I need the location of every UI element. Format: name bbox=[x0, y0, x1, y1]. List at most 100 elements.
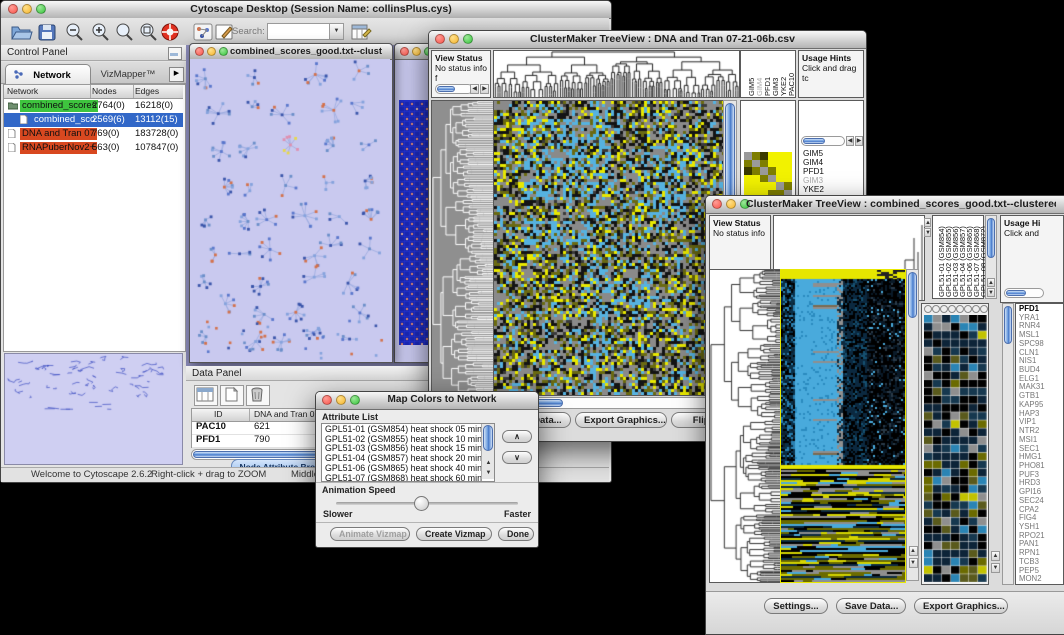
network-canvas[interactable] bbox=[190, 59, 390, 360]
close-icon[interactable] bbox=[322, 395, 332, 405]
network-row[interactable]: DNA and Tran 07769(0)183728(0) bbox=[4, 127, 183, 141]
scroll-down-icon[interactable]: ▼ bbox=[924, 228, 931, 237]
close-icon[interactable] bbox=[712, 199, 722, 209]
tv1-status-scrollbar[interactable] bbox=[435, 84, 473, 94]
network-overview-icon[interactable] bbox=[191, 21, 215, 43]
close-icon[interactable] bbox=[195, 47, 204, 56]
zoom-window-icon[interactable] bbox=[219, 47, 228, 56]
tv1-export-graphics-button[interactable]: Export Graphics... bbox=[575, 412, 667, 428]
tab-vizmapper[interactable]: VizMapper™ bbox=[89, 64, 167, 83]
scroll-up-icon[interactable]: ▲ bbox=[987, 278, 995, 287]
attribute-list-scrollbar[interactable]: ▲ ▼ bbox=[481, 424, 494, 479]
id-header[interactable]: ID bbox=[214, 409, 223, 419]
select-attributes-icon[interactable] bbox=[194, 385, 218, 406]
scroll-up-icon[interactable]: ▲ bbox=[484, 459, 493, 468]
vscroll-thumb[interactable] bbox=[1004, 306, 1012, 344]
tv2-zoom-heatmap[interactable] bbox=[924, 315, 987, 582]
vscroll-thumb[interactable] bbox=[987, 218, 995, 258]
attribute-list[interactable]: GPL51-01 (GSM854) heat shock 05 minGPL51… bbox=[321, 423, 495, 482]
scroll-up-icon[interactable]: ▲ bbox=[991, 551, 1000, 561]
scroll-down-icon[interactable]: ▼ bbox=[484, 469, 493, 478]
tv2-row-dendrogram[interactable] bbox=[709, 269, 781, 583]
tv1-global-heatmap[interactable] bbox=[493, 100, 725, 396]
minimize-icon[interactable] bbox=[336, 395, 346, 405]
vscroll-thumb[interactable] bbox=[483, 425, 493, 451]
close-icon[interactable] bbox=[400, 47, 409, 56]
create-vizmap-button[interactable]: Create Vizmap bbox=[416, 527, 492, 541]
new-attribute-icon[interactable] bbox=[220, 385, 244, 406]
scroll-up-icon[interactable]: ▲ bbox=[924, 218, 931, 227]
network-view-title-bar[interactable]: combined_scores_good.txt--cluste... bbox=[190, 44, 392, 60]
tv2-column-labels[interactable]: GPL51-01 (GSM854)GPL51-02 (GSM855)GPL51-… bbox=[932, 215, 984, 299]
scroll-down-icon[interactable]: ▼ bbox=[909, 558, 918, 568]
float-panel-icon[interactable] bbox=[168, 47, 182, 60]
minimize-icon[interactable] bbox=[207, 47, 216, 56]
minimize-icon[interactable] bbox=[726, 199, 736, 209]
slider-thumb[interactable] bbox=[414, 496, 429, 511]
scroll-left-icon[interactable]: ◀ bbox=[846, 136, 854, 146]
zoom-selected-icon[interactable] bbox=[113, 21, 137, 43]
main-title-bar[interactable]: Cytoscape Desktop (Session Name: collins… bbox=[1, 1, 611, 19]
tab-overflow-button[interactable]: ▶ bbox=[169, 67, 184, 82]
tv1-column-labels[interactable]: GIM5GIM4PFD1GIM3YKE2PAC10 bbox=[740, 50, 796, 98]
zoom-in-icon[interactable] bbox=[89, 21, 113, 43]
tv1-row-dendrogram[interactable] bbox=[431, 100, 495, 396]
scroll-left-icon[interactable]: ◀ bbox=[470, 84, 479, 94]
col-edges[interactable]: Edges bbox=[135, 86, 159, 96]
tv1-column-label[interactable]: PAC10 bbox=[787, 73, 796, 96]
treeview-combined-title-bar[interactable]: ClusterMaker TreeView : combined_scores_… bbox=[706, 196, 1064, 214]
map-colors-title-bar[interactable]: Map Colors to Network bbox=[316, 392, 538, 410]
minimize-icon[interactable] bbox=[412, 47, 421, 56]
tv2-save-data-button[interactable]: Save Data... bbox=[836, 598, 906, 614]
col-nodes[interactable]: Nodes bbox=[92, 86, 117, 96]
move-up-button[interactable]: ∧ bbox=[502, 430, 532, 443]
zoom-out-icon[interactable] bbox=[63, 21, 87, 43]
attribute-item[interactable]: GPL51-07 (GSM868) heat shock 60 min bbox=[322, 474, 478, 482]
scroll-thumb[interactable] bbox=[437, 86, 455, 92]
done-button[interactable]: Done bbox=[498, 527, 534, 541]
tv2-hints-scrollbar[interactable] bbox=[1004, 288, 1044, 298]
minimize-icon[interactable] bbox=[449, 34, 459, 44]
tv2-heatmap-vscrollbar[interactable]: ▲ ▼ bbox=[906, 269, 919, 581]
delete-attribute-icon[interactable] bbox=[246, 385, 270, 406]
vscroll-thumb[interactable] bbox=[908, 272, 917, 318]
tv2-settings-button[interactable]: Settings... bbox=[764, 598, 828, 614]
scroll-down-icon[interactable]: ▼ bbox=[987, 288, 995, 297]
network-row[interactable]: RNAPuberNov2+563(0)107847(0) bbox=[4, 141, 183, 155]
col-network[interactable]: Network bbox=[7, 86, 38, 96]
open-file-icon[interactable] bbox=[9, 21, 33, 43]
scroll-right-icon[interactable]: ▶ bbox=[855, 136, 863, 146]
close-icon[interactable] bbox=[435, 34, 445, 44]
save-icon[interactable] bbox=[35, 21, 59, 43]
zoom-fit-icon[interactable] bbox=[137, 21, 161, 43]
attribute-browser-icon[interactable] bbox=[349, 21, 373, 43]
scroll-thumb[interactable] bbox=[1006, 290, 1026, 296]
help-ring-icon[interactable] bbox=[159, 21, 183, 43]
network-row[interactable]: combined_scores2764(0)16218(0) bbox=[4, 99, 183, 113]
scroll-right-icon[interactable]: ▶ bbox=[480, 84, 489, 94]
dense-network-canvas[interactable] bbox=[399, 100, 429, 345]
treeview-dna-title-bar[interactable]: ClusterMaker TreeView : DNA and Tran 07-… bbox=[429, 31, 866, 49]
network-overview-canvas[interactable] bbox=[4, 353, 183, 465]
tv1-column-dendrogram[interactable] bbox=[493, 50, 740, 98]
tab-network[interactable]: Network bbox=[5, 64, 91, 84]
search-dropdown-icon[interactable]: ▼ bbox=[329, 23, 344, 40]
close-icon[interactable] bbox=[8, 4, 18, 14]
tv2-global-heatmap[interactable] bbox=[780, 269, 906, 583]
gene-label[interactable]: MON2 bbox=[1019, 575, 1042, 584]
tv1-zoom-scrollbar[interactable] bbox=[801, 136, 845, 146]
move-down-button[interactable]: ∨ bbox=[502, 451, 532, 464]
animate-vizmap-button[interactable]: Animate Vizmap bbox=[330, 527, 410, 541]
tv1-similarity-matrix[interactable] bbox=[744, 152, 792, 198]
scroll-up-icon[interactable]: ▲ bbox=[909, 546, 918, 556]
scroll-thumb[interactable] bbox=[803, 138, 825, 144]
tv2-collabel-vscrollbar[interactable]: ▲ ▼ bbox=[985, 215, 997, 299]
search-input[interactable] bbox=[267, 23, 331, 40]
tv2-gene-labels[interactable]: PFD1YRA1RNR4MSL1SPC98CLN1NIS1BUD4ELG1MAK… bbox=[1017, 305, 1064, 585]
tv2-export-graphics-button[interactable]: Export Graphics... bbox=[914, 598, 1008, 614]
tv2-gene-vscrollbar[interactable] bbox=[1002, 303, 1014, 585]
network-row[interactable]: combined_sco2569(6)13112(15) bbox=[4, 113, 183, 127]
tv2-zoom-panel[interactable] bbox=[921, 303, 989, 585]
minimize-icon[interactable] bbox=[22, 4, 32, 14]
scroll-down-icon[interactable]: ▼ bbox=[991, 563, 1000, 573]
